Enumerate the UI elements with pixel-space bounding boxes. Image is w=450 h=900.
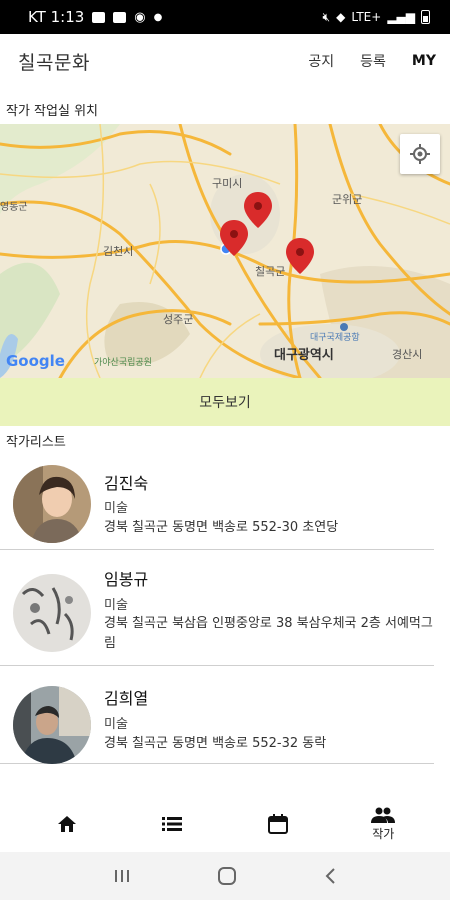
my-link[interactable]: MY <box>412 53 436 69</box>
location-icon: ◆ <box>336 10 346 24</box>
calendar-icon <box>267 814 288 834</box>
map-label-yeongdong: 영동군 <box>0 201 28 213</box>
map-label-seongju: 성주군 <box>163 313 193 326</box>
map-label-gimcheon: 김천시 <box>103 244 133 258</box>
recent-apps-icon[interactable] <box>113 868 131 884</box>
signal-icon: ▂▄▆ <box>387 10 415 24</box>
map-label-gyeongsan: 경산시 <box>392 348 422 361</box>
airport-icon <box>340 323 348 331</box>
map-section-title: 작가 작업실 위치 <box>6 104 98 119</box>
artist-field: 미술 <box>104 598 128 613</box>
artist-avatar <box>13 574 91 652</box>
message-notification-icon <box>113 11 127 23</box>
app-title: 칠곡문화 <box>18 51 90 74</box>
map-label-daegu: 대구광역시 <box>274 347 334 363</box>
gallery-notification-icon <box>92 11 106 23</box>
artist-list-item[interactable]: 임봉규 미술 경북 칠곡군 북삼읍 인평중앙로 38 북삼우체국 2층 서예먹그… <box>0 550 434 666</box>
artist-address: 경북 칠곡군 동명면 백송로 552-30 초연당 <box>104 520 339 535</box>
artist-avatar <box>13 465 91 543</box>
nav-artists-label: 작가 <box>372 826 395 841</box>
map-canvas: 구미시 군위군 김천시 칠곡군 성주군 대구광역시 경산시 대구국제공항 가야산… <box>0 124 450 378</box>
register-link[interactable]: 등록 <box>360 51 386 71</box>
artist-name: 임봉규 <box>104 570 149 589</box>
artist-field: 미술 <box>104 717 128 732</box>
artist-list-title: 작가리스트 <box>6 435 66 450</box>
home-button-icon[interactable] <box>217 866 237 886</box>
show-all-button[interactable]: 모두보기 <box>0 378 450 426</box>
nav-artists[interactable]: 작가 <box>343 796 423 852</box>
status-bar: KT 1:13 ◉ ● 🔇︎ ◆ LTE+ ▂▄▆ <box>0 0 450 34</box>
bottom-nav: 작가 <box>14 796 436 852</box>
network-type: LTE+ <box>351 10 382 24</box>
artist-address: 경북 칠곡군 북삼읍 인평중앙로 38 북삼우체국 2층 서예먹그림 <box>104 616 433 651</box>
battery-icon <box>421 10 430 24</box>
mute-icon: 🔇︎ <box>322 9 331 24</box>
artist-name: 김희열 <box>104 689 149 708</box>
artist-name: 김진숙 <box>104 474 149 493</box>
list-icon <box>162 817 183 831</box>
more-notifications-icon: ● <box>153 11 163 23</box>
artist-field: 미술 <box>104 501 128 516</box>
nav-home[interactable] <box>27 796 107 852</box>
status-time: KT 1:13 <box>28 8 85 26</box>
map-label-gumi: 구미시 <box>212 177 242 190</box>
sync-notification-icon: ◉ <box>134 9 146 25</box>
header-nav: 공지 등록 MY <box>308 51 436 71</box>
map-label-gayasan: 가야산국립공원 <box>94 357 152 368</box>
artist-location-map[interactable]: 구미시 군위군 김천시 칠곡군 성주군 대구광역시 경산시 대구국제공항 가야산… <box>0 124 450 378</box>
artist-address: 경북 칠곡군 동명면 백송로 552-32 동락 <box>104 736 327 751</box>
nav-calendar[interactable] <box>238 796 318 852</box>
people-icon <box>371 807 396 823</box>
artist-list: 김진숙 미술 경북 칠곡군 동명면 백송로 552-30 초연당 임봉규 미술 … <box>0 452 450 764</box>
artist-avatar <box>13 686 91 764</box>
system-nav-bar <box>0 852 450 900</box>
map-label-airport: 대구국제공항 <box>310 332 360 343</box>
map-label-gunwi: 군위군 <box>332 193 362 206</box>
app-header: 칠곡문화 공지 등록 MY <box>0 34 450 88</box>
artist-list-item[interactable]: 김진숙 미술 경북 칠곡군 동명면 백송로 552-30 초연당 <box>0 452 434 550</box>
artist-list-item[interactable]: 김희열 미술 경북 칠곡군 동명면 백송로 552-32 동락 <box>0 666 434 764</box>
back-icon[interactable] <box>323 867 337 885</box>
home-icon <box>57 816 76 832</box>
notice-link[interactable]: 공지 <box>308 51 334 71</box>
my-location-button[interactable] <box>400 134 440 174</box>
map-label-chilgok: 칠곡군 <box>255 265 285 278</box>
nav-list[interactable] <box>132 796 212 852</box>
crosshair-icon <box>410 144 430 164</box>
google-logo: Google <box>6 352 65 370</box>
